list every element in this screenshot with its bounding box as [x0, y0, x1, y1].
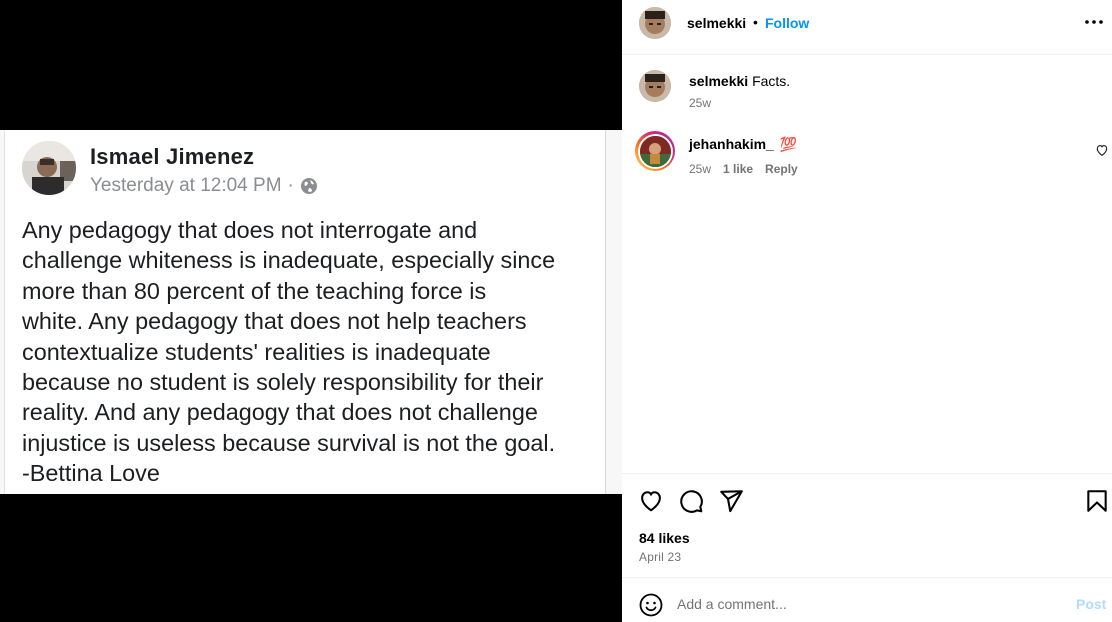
more-horizontal-icon[interactable]: [1084, 12, 1104, 32]
add-comment-bar: Post: [622, 577, 1112, 622]
fb-author-name: Ismael Jimenez: [90, 144, 255, 169]
comment-username[interactable]: jehanhakim_: [689, 136, 774, 152]
comment-likes[interactable]: 1 like: [723, 162, 753, 176]
comment-input[interactable]: [677, 590, 1057, 618]
shared-screenshot: Ismael Jimenez Yesterday at 12:04 PM · A…: [0, 130, 622, 494]
heart-icon[interactable]: [638, 488, 664, 514]
fb-post-text: Any pedagogy that does not interrogate a…: [22, 215, 602, 489]
post-media[interactable]: Ismael Jimenez Yesterday at 12:04 PM · A…: [0, 0, 622, 622]
fb-text-line: Any pedagogy that does not interrogate a…: [22, 217, 478, 243]
likes-count[interactable]: 84 likes: [639, 530, 690, 546]
post-header: selmekki • Follow: [622, 0, 1112, 55]
post-date[interactable]: April 23: [639, 550, 681, 564]
author-username[interactable]: selmekki: [687, 15, 746, 31]
comment-heart-icon[interactable]: [1095, 143, 1109, 157]
reply-button[interactable]: Reply: [765, 162, 798, 176]
post-comment-button[interactable]: Post: [1076, 596, 1106, 612]
post-side-panel: selmekki • Follow selmekki Facts. 25w je…: [622, 0, 1112, 622]
caption: selmekki Facts.: [689, 73, 790, 89]
fb-text-line: challenge whiteness is inadequate, espec…: [22, 247, 556, 274]
author-avatar[interactable]: [639, 7, 671, 39]
avatar-ring-inner: [637, 133, 673, 169]
fb-text-line: white. Any pedagogy that does not help t…: [22, 308, 527, 335]
fb-meta-separator: ·: [287, 175, 294, 196]
comment-meta: 25w 1 like Reply: [689, 162, 798, 176]
caption-text: Facts.: [752, 73, 791, 89]
follow-button[interactable]: Follow: [765, 15, 809, 31]
fb-author-avatar: [22, 141, 76, 195]
fb-post-card: Ismael Jimenez Yesterday at 12:04 PM · A…: [4, 130, 606, 494]
fb-post-time: Yesterday at 12:04 PM: [90, 175, 282, 196]
fb-text-line: contextualize students' realities is ina…: [22, 338, 491, 365]
comment-text: 💯: [779, 136, 798, 152]
send-icon[interactable]: [718, 488, 744, 514]
caption-avatar[interactable]: [639, 70, 671, 102]
avatar-image: [639, 135, 671, 167]
fb-post-meta: Yesterday at 12:04 PM ·: [90, 175, 318, 197]
commenter-avatar[interactable]: [635, 131, 675, 171]
globe-icon: [300, 177, 318, 195]
fb-text-line: injustice is useless because survival is…: [22, 429, 556, 456]
comment-time[interactable]: 25w: [689, 162, 711, 176]
post-actions: 84 likes April 23: [622, 473, 1112, 578]
fb-text-line: because no student is solely responsibil…: [22, 369, 544, 396]
header-separator: •: [753, 14, 758, 30]
comment-icon[interactable]: [678, 488, 704, 514]
fb-text-line: reality. And any pedagogy that does not …: [22, 399, 538, 426]
fb-text-line: -Bettina Love: [22, 460, 160, 487]
caption-username[interactable]: selmekki: [689, 73, 748, 89]
fb-text-line: more than 80 percent of the teaching for…: [22, 277, 487, 304]
comment-line: jehanhakim_ 💯: [689, 136, 797, 153]
bookmark-icon[interactable]: [1084, 488, 1110, 514]
caption-time[interactable]: 25w: [689, 96, 711, 110]
emoji-icon[interactable]: [639, 593, 663, 617]
